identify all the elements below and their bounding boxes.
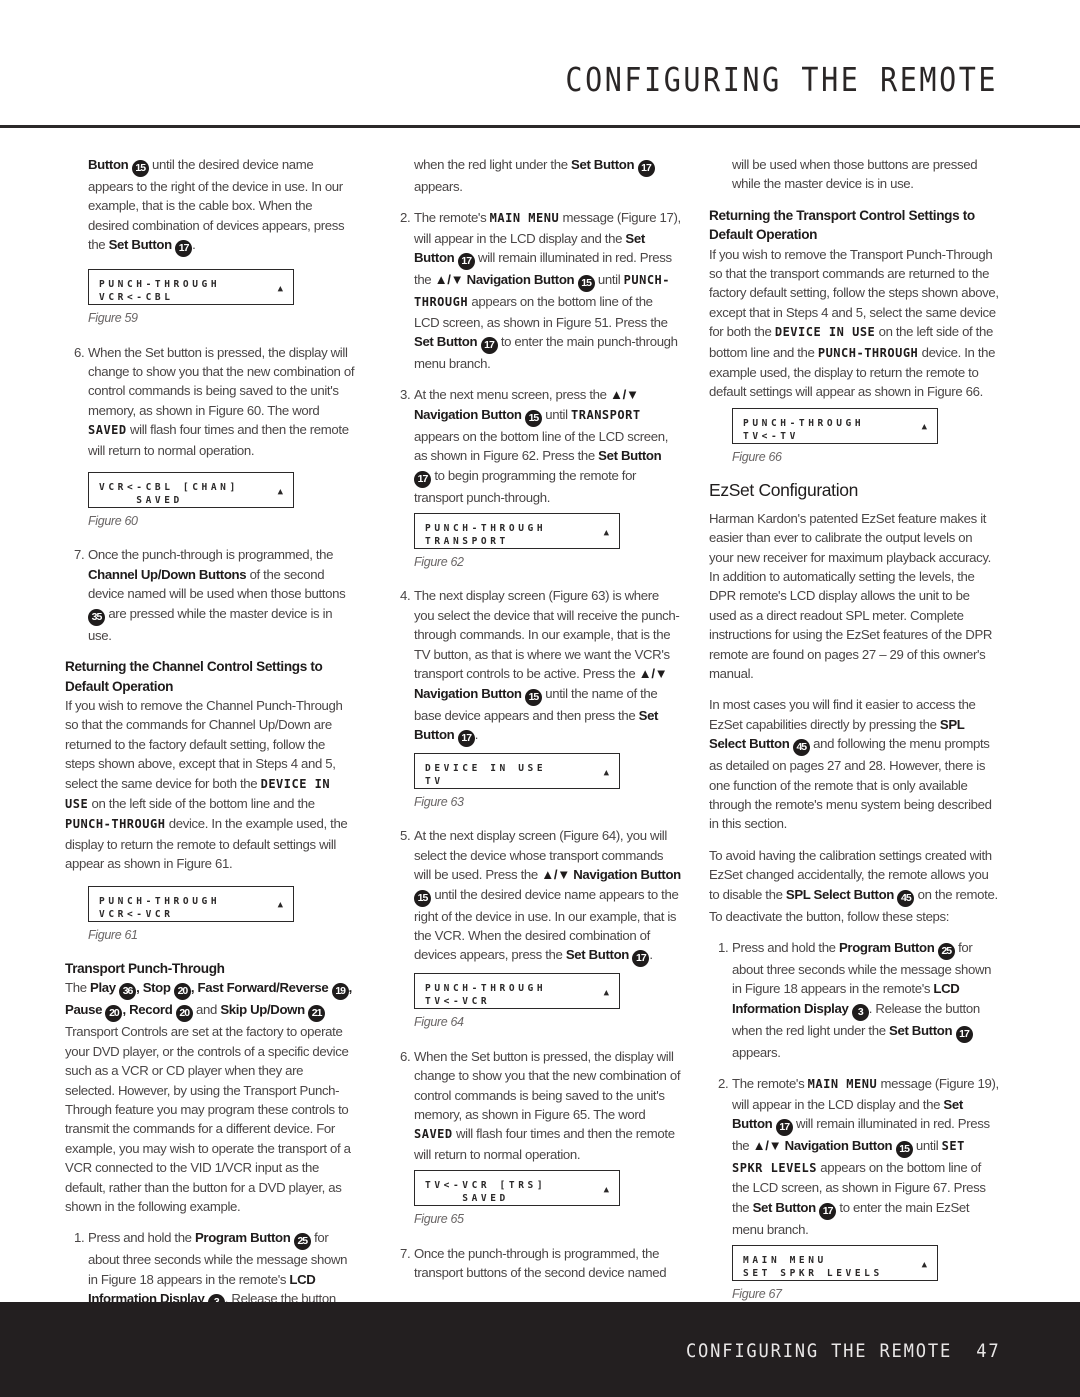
up-arrow-icon: ▲ (603, 527, 609, 538)
step-3: 3. At the next menu screen, press the ▲/▼… (400, 387, 669, 505)
paragraph: If you wish to remove the Channel Punch-… (65, 697, 348, 872)
step-2: 2. The remote's MAIN MENU message (Figure… (718, 1076, 999, 1237)
callout-number: 15 (577, 275, 595, 293)
column-3: will be used when those buttons are pres… (709, 155, 999, 1319)
callout-number: 15 (131, 160, 149, 177)
figure-caption: Figure 63 (414, 794, 464, 809)
figure-caption: Figure 59 (88, 311, 138, 326)
figure-caption: Figure 64 (414, 1015, 464, 1030)
page-number: 47 (975, 1340, 1000, 1362)
up-arrow-icon: ▲ (603, 987, 609, 998)
up-arrow-icon: ▲ (921, 1259, 927, 1270)
lcd-figure-63: DEVICE IN USE TV ▲ (414, 752, 620, 789)
up-arrow-icon: ▲ (603, 1184, 609, 1195)
callout-number: 17 (955, 1025, 973, 1043)
callout-number: 45 (897, 889, 915, 907)
callout-number: 45 (792, 739, 810, 757)
paragraph: To avoid having the calibration settings… (709, 847, 998, 924)
step-4: 4. The next display screen (Figure 63) is… (391, 586, 681, 747)
section-title-ezset: EzSet Configuration (709, 480, 858, 501)
callout-number: 17 (457, 729, 475, 747)
column-1: Button 15 until the desired device name … (65, 155, 355, 1323)
lcd-figure-61: PUNCH-THROUGH VCR<-VCR ▲ (88, 885, 294, 922)
callout-number: 17 (480, 337, 498, 355)
callout-number: 17 (775, 1119, 793, 1137)
up-arrow-icon: ▲ (921, 422, 927, 433)
callout-number: 17 (632, 950, 650, 968)
lcd-figure-66: PUNCH-THROUGH TV<-TV ▲ (732, 407, 938, 444)
step-5: 5. At the next display screen (Figure 64)… (391, 826, 681, 968)
step-1: 1. Press and hold the Program Button 25 f… (65, 1228, 355, 1312)
callout-number: 25 (937, 943, 955, 960)
figure-caption: Figure 66 (732, 449, 782, 464)
callout-number: 3 (851, 1003, 869, 1021)
callout-number: 17 (637, 160, 655, 177)
lcd-figure-60: VCR<-CBL [CHAN] SAVED ▲ (88, 472, 294, 509)
callout-number: 17 (819, 1202, 837, 1220)
callout-number: 35 (88, 608, 105, 626)
step-1: 1. Press and hold the Program Button 25 f… (718, 940, 992, 1060)
callout-number: 15 (414, 889, 431, 907)
up-arrow-icon: ▲ (277, 283, 283, 294)
callout-number: 17 (414, 470, 431, 488)
callout-number: 20 (173, 983, 191, 1001)
callout-number: 15 (524, 688, 542, 706)
section-heading: Returning the Transport Control Settings… (709, 207, 975, 243)
callout-number: 17 (175, 240, 193, 258)
callout-number: 15 (895, 1141, 913, 1159)
paragraph-continued: will be used when those buttons are pres… (732, 157, 978, 192)
callout-number: 15 (524, 409, 542, 427)
paragraph: In most cases you will find it easier to… (709, 697, 992, 832)
paragraph: The Play 36, Stop 20, Fast Forward/Rever… (65, 980, 352, 1215)
step-2: 2. The remote's MAIN MENU message (Figure… (400, 210, 681, 372)
lcd-figure-67: MAIN MENU SET SPKR LEVELS ▲ (732, 1245, 938, 1282)
up-arrow-icon: ▲ (277, 486, 283, 497)
step-6: 6. When the Set button is pressed, the di… (400, 1048, 681, 1162)
callout-number: 25 (293, 1233, 311, 1251)
step-7: 7. Once the punch-through is programmed, … (400, 1245, 667, 1280)
paragraph: Harman Kardon's patented EzSet feature m… (709, 510, 993, 681)
figure-caption: Figure 65 (414, 1212, 464, 1227)
page-footer: CONFIGURING THE REMOTE 47 (0, 1302, 1080, 1397)
callout-number: 17 (457, 253, 475, 271)
up-arrow-icon: ▲ (277, 900, 283, 911)
figure-caption: Figure 62 (414, 555, 464, 570)
header-rule (0, 125, 1080, 128)
figure-caption: Figure 60 (88, 514, 138, 529)
step-6: 6. When the Set button is pressed, the di… (74, 344, 355, 458)
callout-number: 20 (175, 1005, 193, 1023)
callout-number: 36 (119, 983, 137, 1001)
lcd-figure-59: PUNCH-THROUGH VCR<-CBL ▲ (88, 269, 294, 306)
paragraph: If you wish to remove the Transport Punc… (709, 246, 999, 400)
paragraph-intro: Button 15 until the desired device name … (65, 155, 355, 258)
up-arrow-icon: ▲ (603, 767, 609, 778)
step-7: 7. Once the punch-through is programmed, … (74, 547, 346, 643)
callout-number: 21 (308, 1005, 326, 1023)
callout-number: 19 (331, 983, 349, 1001)
column-2: when the red light under the Set Button … (391, 155, 681, 1294)
paragraph-continued: when the red light under the Set Button … (391, 155, 681, 196)
section-heading: Returning the Channel Control Settings t… (65, 659, 323, 694)
callout-number: 20 (105, 1005, 123, 1023)
lcd-figure-62: PUNCH-THROUGH TRANSPORT ▲ (414, 513, 620, 550)
figure-caption: Figure 61 (88, 927, 138, 942)
section-heading: Transport Punch-Through (65, 960, 225, 976)
footer-section-and-page: CONFIGURING THE REMOTE 47 (685, 1340, 1000, 1362)
lcd-figure-65: TV<-VCR [TRS] SAVED ▲ (414, 1170, 620, 1207)
page-header-title: CONFIGURING THE REMOTE (565, 60, 998, 99)
lcd-figure-64: PUNCH-THROUGH TV<-VCR ▲ (414, 973, 620, 1010)
footer-section: CONFIGURING THE REMOTE (685, 1340, 952, 1362)
